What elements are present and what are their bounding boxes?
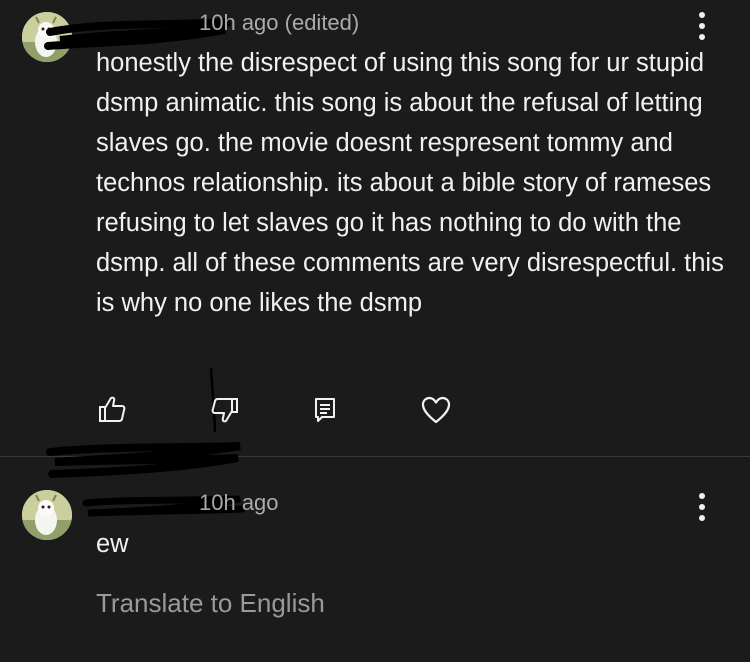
more-vert-icon[interactable]: [688, 487, 716, 527]
thumbs-up-icon[interactable]: [92, 390, 132, 430]
avatar[interactable]: [22, 490, 72, 540]
reply-icon[interactable]: [305, 390, 345, 430]
thumbs-down-icon[interactable]: [205, 390, 245, 430]
more-vert-icon[interactable]: [688, 6, 716, 46]
comment-actions: [0, 390, 750, 430]
goat-avatar-icon: [22, 12, 72, 62]
translate-link[interactable]: Translate to English: [96, 588, 325, 619]
comment-text: honestly the disrespect of using this so…: [96, 49, 724, 317]
avatar[interactable]: [22, 12, 72, 62]
heart-icon[interactable]: [416, 390, 456, 430]
goat-avatar-icon: [22, 490, 72, 540]
comment-timestamp: 10h ago: [199, 490, 279, 515]
comment-2: 10h ago ew: [0, 457, 750, 662]
comment-text: ew: [96, 530, 129, 558]
comment-1: 10h ago (edited) honestly the disrespect…: [0, 0, 750, 456]
comment-timestamp: 10h ago (edited): [199, 10, 360, 35]
